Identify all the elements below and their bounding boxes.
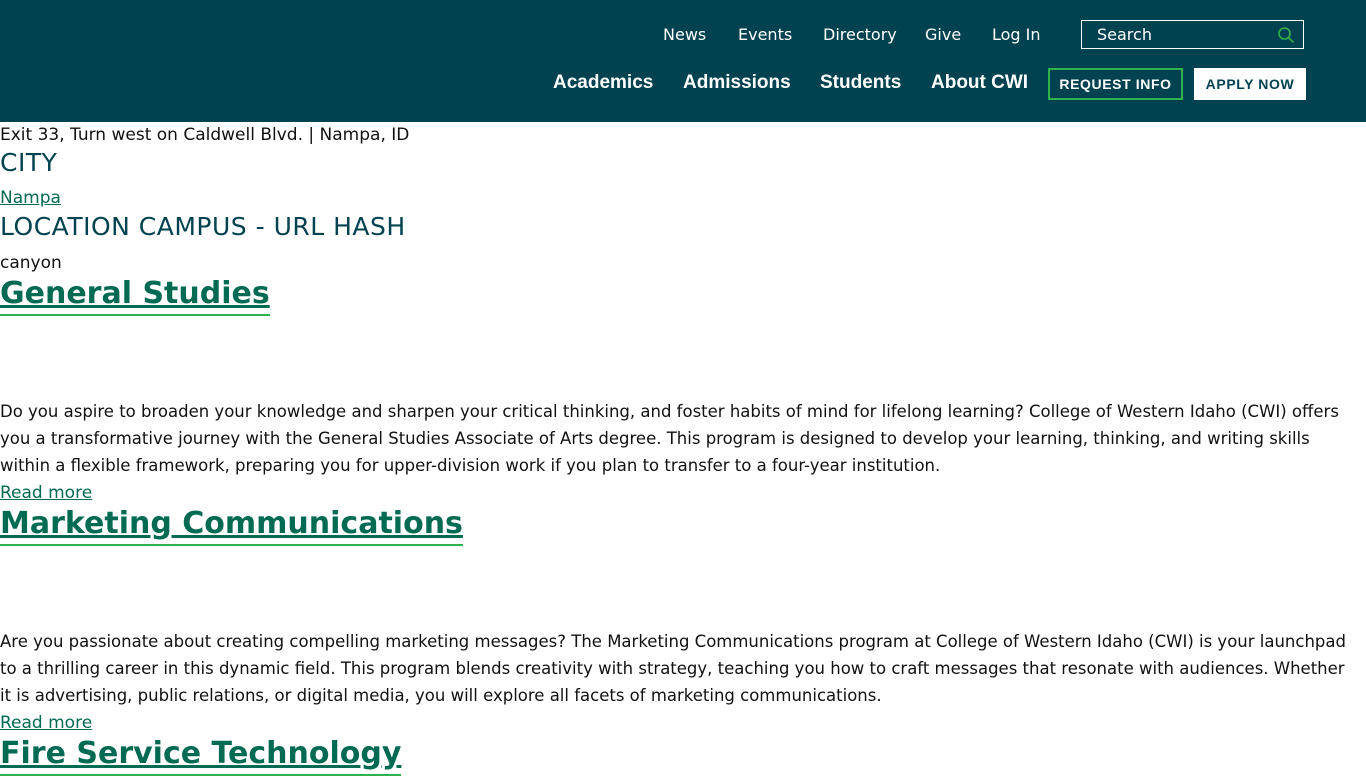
search-box (1081, 20, 1304, 49)
program-title-general-studies[interactable]: General Studies (0, 276, 270, 316)
program-description-marketing-communications: Are you passionate about creating compel… (0, 632, 1346, 705)
search-input[interactable] (1082, 21, 1272, 48)
search-icon[interactable] (1277, 26, 1295, 44)
nav-about-cwi[interactable]: About CWI (931, 73, 1028, 93)
read-more-marketing-communications[interactable]: Read more (0, 713, 92, 733)
city-label: CITY (0, 148, 58, 177)
program-title-fire-service-technology[interactable]: Fire Service Technology (0, 736, 402, 776)
nav-admissions[interactable]: Admissions (683, 73, 791, 93)
utility-link-news[interactable]: News (663, 26, 706, 44)
nav-academics[interactable]: Academics (553, 73, 653, 93)
request-info-button[interactable]: REQUEST INFO (1048, 68, 1183, 100)
utility-link-give[interactable]: Give (925, 26, 961, 44)
location-directions: Exit 33, Turn west on Caldwell Blvd. | N… (0, 125, 410, 145)
site-header: News Events Directory Give Log In Academ… (0, 0, 1366, 122)
utility-link-events[interactable]: Events (738, 26, 792, 44)
utility-link-directory[interactable]: Directory (823, 26, 897, 44)
program-description-general-studies: Do you aspire to broaden your knowledge … (0, 402, 1339, 475)
program-title-marketing-communications[interactable]: Marketing Communications (0, 506, 463, 546)
nav-students[interactable]: Students (820, 73, 901, 93)
read-more-general-studies[interactable]: Read more (0, 483, 92, 503)
utility-link-login[interactable]: Log In (992, 26, 1041, 44)
city-link[interactable]: Nampa (0, 188, 61, 208)
apply-now-button[interactable]: APPLY NOW (1194, 68, 1306, 100)
campus-hash-label: LOCATION CAMPUS - URL HASH (0, 212, 406, 241)
campus-hash-value: canyon (0, 253, 62, 273)
